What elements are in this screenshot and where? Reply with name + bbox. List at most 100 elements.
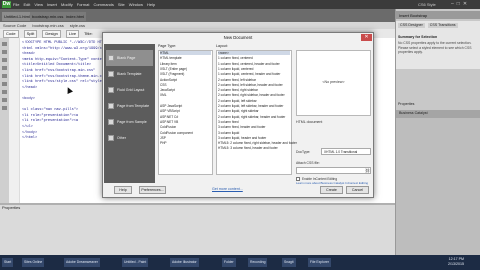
category-other[interactable]: Other xyxy=(106,130,153,146)
page-type-item[interactable]: PHP xyxy=(160,141,167,145)
preferences-button[interactable]: Preferences... xyxy=(139,186,166,194)
link-icon[interactable]: ⛓ xyxy=(365,168,370,173)
split-view-button[interactable]: Split xyxy=(23,29,38,38)
select-parent-tag-icon[interactable] xyxy=(2,66,7,70)
cancel-button[interactable]: Cancel xyxy=(346,186,369,194)
get-more-content-link[interactable]: Get more content... xyxy=(212,187,243,191)
maximize-icon[interactable]: □ xyxy=(457,1,460,7)
taskbar-item[interactable]: Snagit xyxy=(282,258,296,267)
design-view-button[interactable]: Design xyxy=(42,29,61,38)
layout-item[interactable]: 2 column fixed, left sidebar, header and… xyxy=(218,83,283,87)
layout-item[interactable]: 3 column liquid, header and footer xyxy=(218,136,266,140)
layout-item[interactable]: 2 column fixed, right sidebar xyxy=(218,88,258,92)
category-fluid-grid[interactable]: Fluid Grid Layout xyxy=(106,82,153,98)
layout-item[interactable]: 3 column fixed xyxy=(218,120,239,124)
page-type-item[interactable]: ActionScript xyxy=(160,78,177,82)
page-type-item[interactable]: ColdFusion xyxy=(160,125,176,129)
layout-item[interactable]: 3 column liquid xyxy=(218,131,239,135)
tab-css-transitions[interactable]: CSS Transitions xyxy=(427,23,458,28)
open-documents-icon[interactable] xyxy=(2,42,7,46)
layout-item[interactable]: 1 column liquid, centered, header and fo… xyxy=(218,72,280,76)
expand-all-icon[interactable] xyxy=(2,58,7,62)
related-file-style[interactable]: style.css xyxy=(70,23,85,28)
page-type-item[interactable]: XSLT (Fragment) xyxy=(160,72,184,76)
page-type-item[interactable]: ColdFusion component xyxy=(160,131,193,135)
menu-modify[interactable]: Modify xyxy=(61,2,73,7)
dialog-close-icon[interactable]: ✕ xyxy=(361,34,372,41)
related-file-bootstrap[interactable]: bootstrap.min.css xyxy=(32,23,63,28)
page-type-item[interactable]: JavaScript xyxy=(160,88,175,92)
menu-view[interactable]: View xyxy=(34,2,43,7)
doctype-select[interactable]: XHTML 1.0 Transitional xyxy=(321,148,371,155)
line-numbers-icon[interactable] xyxy=(2,74,7,78)
taskbar-item[interactable]: File Explorer xyxy=(308,258,332,267)
menu-format[interactable]: Format xyxy=(77,2,90,7)
apply-comment-icon[interactable] xyxy=(2,98,7,102)
layout-item[interactable]: HTML5: 2 column fixed, right sidebar, he… xyxy=(218,141,297,145)
taskbar-item[interactable]: Adobe Dreamweaver xyxy=(64,258,100,267)
tab-css-designer[interactable]: CSS Designer xyxy=(398,23,425,28)
fluid-grid-icon xyxy=(108,87,114,93)
help-button[interactable]: Help xyxy=(114,186,132,194)
taskbar-item[interactable]: Untitled - Paint xyxy=(122,258,149,267)
taskbar-item[interactable]: Sites Online xyxy=(22,258,45,267)
page-type-item[interactable]: CSS xyxy=(160,83,167,87)
category-page-from-template[interactable]: Page from Template xyxy=(106,98,153,114)
workspace-switcher[interactable]: CS6 Style xyxy=(418,2,436,7)
page-type-item[interactable]: XSLT (Entire page) xyxy=(160,67,187,71)
business-catalyst-header[interactable]: Business Catalyst xyxy=(396,110,480,118)
menu-insert[interactable]: Insert xyxy=(47,2,57,7)
layout-item[interactable]: 1 column fixed, centered xyxy=(218,56,253,60)
layout-item[interactable]: <none> xyxy=(218,51,290,55)
layout-item[interactable]: 2 column liquid, right sidebar, header a… xyxy=(218,115,285,119)
collapse-tag-icon[interactable] xyxy=(2,50,7,54)
attach-css-list[interactable] xyxy=(296,167,371,174)
taskbar-item[interactable]: Folder xyxy=(222,258,236,267)
indent-icon[interactable] xyxy=(2,106,7,110)
doc-tab-index[interactable]: index.html xyxy=(64,12,87,21)
category-blank-page[interactable]: Blank Page xyxy=(106,50,153,66)
menu-window[interactable]: Window xyxy=(129,2,143,7)
page-type-item[interactable]: Library item xyxy=(160,62,177,66)
code-line: <link href="css/bootstrap.min.css" xyxy=(22,69,96,73)
page-type-item[interactable]: ASP.NET VB xyxy=(160,120,178,124)
page-type-item[interactable]: ASP JavaScript xyxy=(160,104,182,108)
category-blank-template[interactable]: Blank Template xyxy=(106,66,153,82)
layout-item[interactable]: 2 column fixed, left sidebar xyxy=(218,78,256,82)
create-button[interactable]: Create xyxy=(320,186,343,194)
taskbar-item[interactable]: Recording xyxy=(248,258,268,267)
taskbar-item[interactable]: Adobe Illustrator xyxy=(170,258,199,267)
page-type-item[interactable]: XML xyxy=(160,93,167,97)
layout-item[interactable]: 2 column fixed, right sidebar, header an… xyxy=(218,93,285,97)
layout-item[interactable]: 2 column liquid, right sidebar xyxy=(218,109,259,113)
related-file-source[interactable]: Source Code xyxy=(3,23,26,28)
layout-item[interactable]: 2 column liquid, left sidebar xyxy=(218,99,257,103)
minimize-icon[interactable]: – xyxy=(451,1,454,7)
layout-item[interactable]: 1 column liquid, centered xyxy=(218,67,253,71)
right-panel-body xyxy=(396,118,480,255)
doc-tab-bootstrap[interactable]: bootstrap.min.css xyxy=(30,12,66,21)
code-view-button[interactable]: Code xyxy=(3,29,19,38)
page-type-item[interactable]: ASP.NET C# xyxy=(160,115,178,119)
page-type-item[interactable]: HTML template xyxy=(160,56,182,60)
menu-edit[interactable]: Edit xyxy=(23,2,30,7)
menu-commands[interactable]: Commands xyxy=(93,2,113,7)
word-wrap-icon[interactable] xyxy=(2,90,7,94)
page-type-item[interactable]: ASP VBScript xyxy=(160,109,180,113)
doc-tab-untitled[interactable]: Untitled-1.html xyxy=(2,12,32,21)
close-icon[interactable]: ✕ xyxy=(463,1,467,7)
layout-item[interactable]: HTML5: 3 column fixed, header and footer xyxy=(218,146,278,150)
highlight-invalid-icon[interactable] xyxy=(2,82,7,86)
layout-item[interactable]: 2 column liquid, left sidebar, header an… xyxy=(218,104,283,108)
page-type-item[interactable]: JSP xyxy=(160,136,166,140)
live-view-button[interactable]: Live xyxy=(65,29,80,38)
page-type-item[interactable]: HTML xyxy=(160,51,211,55)
category-page-from-sample[interactable]: Page from Sample xyxy=(106,114,153,130)
layout-item[interactable]: 1 column fixed, centered, header and foo… xyxy=(218,62,280,66)
category-label: Page from Template xyxy=(117,104,150,108)
menu-file[interactable]: File xyxy=(13,2,19,7)
layout-item[interactable]: 3 column fixed, header and footer xyxy=(218,125,266,129)
menu-site[interactable]: Site xyxy=(118,2,125,7)
menu-help[interactable]: Help xyxy=(147,2,155,7)
taskbar-item[interactable]: Start xyxy=(2,258,14,267)
